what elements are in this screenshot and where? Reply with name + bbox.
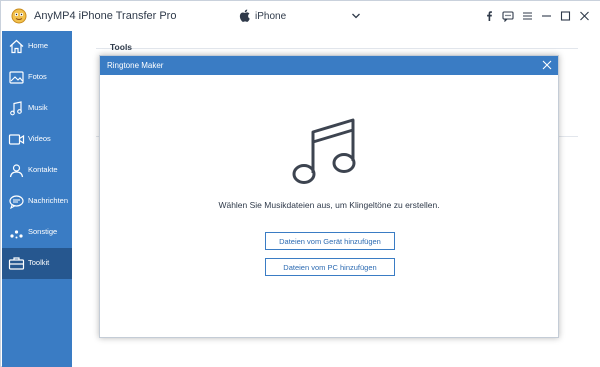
sidebar-item-label: Nachrichten <box>28 196 69 205</box>
sidebar-item-label: Kontakte <box>28 165 58 174</box>
toolkit-icon <box>8 257 25 270</box>
title-bar: AnyMP4 iPhone Transfer Pro iPhone <box>1 1 600 31</box>
add-from-pc-button[interactable]: Dateien vom PC hinzufügen <box>265 258 395 276</box>
dialog-header: Ringtone Maker <box>100 56 558 75</box>
sidebar: Home Fotos Musik Videos Kontakte Nachric… <box>2 31 72 367</box>
contacts-icon <box>9 164 24 178</box>
sidebar-item-music[interactable]: Musik <box>2 93 72 124</box>
facebook-button[interactable] <box>480 8 498 24</box>
music-icon <box>10 101 22 116</box>
menu-button[interactable] <box>518 8 536 24</box>
sidebar-item-messages[interactable]: Nachrichten <box>2 186 72 217</box>
sidebar-item-label: Videos <box>28 134 51 143</box>
instruction-text: Wählen Sie Musikdateien aus, um Klingelt… <box>218 200 440 210</box>
maximize-button[interactable] <box>556 8 574 24</box>
device-selector[interactable]: iPhone <box>239 7 363 25</box>
section-title: Tools <box>110 42 133 52</box>
feedback-button[interactable] <box>499 8 517 24</box>
minimize-icon <box>541 15 551 17</box>
menu-icon <box>522 12 532 20</box>
dialog-close-button[interactable] <box>540 58 554 72</box>
close-icon <box>542 60 552 70</box>
sidebar-item-videos[interactable]: Videos <box>2 124 72 155</box>
close-button[interactable] <box>575 8 593 24</box>
sidebar-item-label: Musik <box>28 103 48 112</box>
window-controls <box>479 8 593 24</box>
sidebar-item-label: Home <box>28 41 49 50</box>
dialog-title: Ringtone Maker <box>107 61 164 70</box>
app-title: AnyMP4 iPhone Transfer Pro <box>34 10 177 22</box>
divider <box>96 48 578 49</box>
apple-icon <box>239 9 250 22</box>
music-note-icon <box>292 118 356 184</box>
sidebar-item-label: Fotos <box>28 72 47 81</box>
home-icon <box>9 39 24 54</box>
sidebar-item-photos[interactable]: Fotos <box>2 62 72 93</box>
video-icon <box>8 134 25 145</box>
messages-icon <box>9 195 24 210</box>
device-name: iPhone <box>255 11 287 22</box>
sidebar-item-label: Toolkit <box>28 258 50 267</box>
app-logo-icon <box>11 8 27 24</box>
other-icon <box>10 230 23 239</box>
close-icon <box>579 11 589 21</box>
sidebar-item-label: Sonstige <box>28 227 58 236</box>
feedback-icon <box>502 10 514 22</box>
sidebar-item-home[interactable]: Home <box>2 31 72 62</box>
facebook-icon <box>487 11 492 21</box>
minimize-button[interactable] <box>537 8 555 24</box>
app-window: AnyMP4 iPhone Transfer Pro iPhone Home F… <box>0 0 600 367</box>
sidebar-item-other[interactable]: Sonstige <box>2 217 72 248</box>
photos-icon <box>9 71 24 84</box>
add-from-device-button[interactable]: Dateien vom Gerät hinzufügen <box>265 232 395 250</box>
maximize-icon <box>560 11 570 21</box>
sidebar-item-toolkit[interactable]: Toolkit <box>2 248 72 279</box>
chevron-down-icon <box>352 13 360 19</box>
ringtone-maker-dialog: Ringtone Maker Wählen Sie Musikdateien a… <box>99 55 559 338</box>
sidebar-item-contacts[interactable]: Kontakte <box>2 155 72 186</box>
